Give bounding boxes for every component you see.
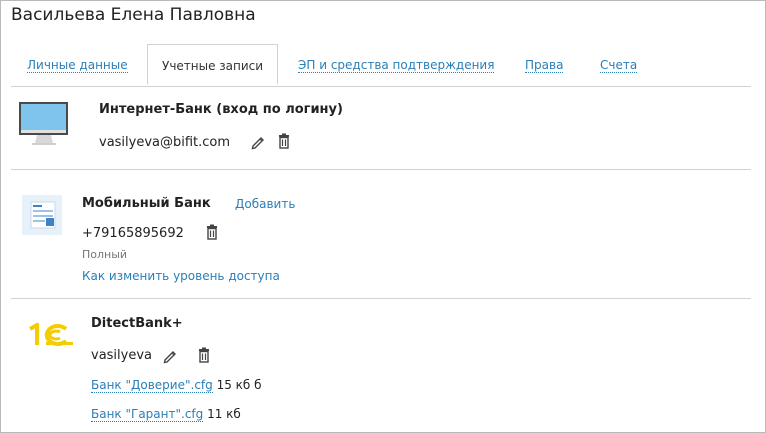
mobile-bank-phone: +79165895692 [82, 226, 184, 241]
delete-trash-icon[interactable] [196, 347, 212, 363]
ditect-bank-title: DitectBank+ [91, 316, 183, 331]
monitor-icon [18, 101, 70, 151]
add-mobile-bank-link[interactable]: Добавить [235, 197, 295, 211]
tab-personal-data[interactable]: Личные данные [27, 58, 128, 73]
tab-bar: Личные данные Учетные записи ЭП и средст… [11, 44, 751, 87]
logo-1c-icon [28, 321, 76, 351]
internet-bank-login: vasilyeva@bifit.com [99, 135, 231, 150]
edit-pencil-icon[interactable] [250, 134, 266, 150]
tab-accounts-list[interactable]: Счета [600, 58, 638, 73]
file-link-garant[interactable]: Банк "Гарант".cfg [91, 407, 204, 422]
tab-signatures[interactable]: ЭП и средства подтверждения [298, 58, 495, 73]
ditect-bank-login: vasilyeva [91, 348, 153, 363]
file-row: Банк "Гарант".cfg 11 кб [91, 407, 241, 422]
tab-accounts[interactable]: Учетные записи [147, 44, 279, 85]
file-size: 15 кб [216, 378, 251, 392]
change-access-level-link[interactable]: Как изменить уровень доступа [82, 269, 280, 283]
edit-pencil-icon[interactable] [162, 348, 178, 364]
file-extra: б [254, 378, 262, 392]
access-level-label: Полный [82, 248, 128, 261]
file-size: 11 кб [207, 407, 241, 421]
file-row: Банк "Доверие".cfg 15 кб б [91, 378, 262, 393]
file-link-doverie[interactable]: Банк "Доверие".cfg [91, 378, 213, 393]
account-panel: Васильева Елена Павловна Личные данные У… [0, 0, 766, 433]
delete-trash-icon[interactable] [276, 133, 292, 149]
mobile-bank-title: Мобильный Банк [82, 196, 211, 211]
page-title: Васильева Елена Павловна [11, 5, 256, 25]
section-divider [11, 298, 751, 299]
mobile-app-icon [22, 195, 62, 239]
delete-trash-icon[interactable] [204, 224, 220, 240]
tab-rights[interactable]: Права [525, 58, 564, 73]
section-divider [11, 169, 751, 170]
internet-bank-title: Интернет-Банк (вход по логину) [99, 102, 343, 117]
